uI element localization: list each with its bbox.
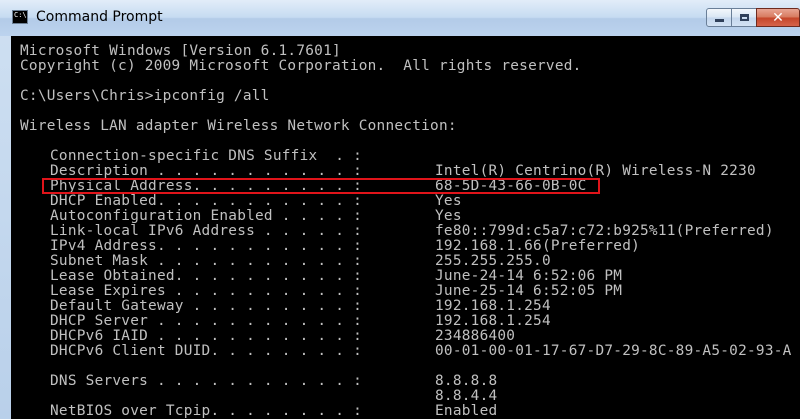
close-icon: ✕: [772, 9, 784, 26]
config-key: Physical Address. . . . . . . . . :: [50, 178, 362, 194]
config-value: 192.168.1.254: [435, 313, 551, 329]
maximize-icon: [739, 14, 749, 21]
config-key: DHCPv6 Client DUID. . . . . . . . :: [50, 343, 362, 359]
config-value: 8.8.8.8: [435, 373, 498, 389]
config-key: Lease Expires . . . . . . . . . . :: [50, 283, 362, 299]
close-button[interactable]: ✕: [756, 8, 800, 27]
config-value: Enabled: [435, 403, 498, 419]
config-value: 68-5D-43-66-0B-0C: [435, 178, 587, 194]
config-row-lease-obtained: Lease Obtained. . . . . . . . . . : June…: [50, 269, 622, 284]
config-row-dhcpv6-iaid: DHCPv6 IAID . . . . . . . . . . . : 2348…: [50, 329, 515, 344]
config-value: 8.8.4.4: [435, 388, 498, 404]
config-key: DHCP Server . . . . . . . . . . . :: [50, 313, 362, 329]
config-row-subnet-mask: Subnet Mask . . . . . . . . . . . : 255.…: [50, 254, 551, 269]
config-value: Intel(R) Centrino(R) Wireless-N 2230: [435, 163, 756, 179]
adapter-header: Wireless LAN adapter Wireless Network Co…: [20, 118, 457, 134]
config-key: Subnet Mask . . . . . . . . . . . :: [50, 253, 362, 269]
config-key: Connection-specific DNS Suffix . :: [50, 148, 362, 164]
config-value: June-25-14 6:52:05 PM: [435, 283, 623, 299]
prompt-command-line: C:\Users\Chris>ipconfig /all: [20, 88, 270, 104]
config-key: Default Gateway . . . . . . . . . :: [50, 298, 362, 314]
maximize-button[interactable]: [731, 8, 757, 27]
config-row-lease-expires: Lease Expires . . . . . . . . . . : June…: [50, 284, 622, 299]
config-row-default-gateway: Default Gateway . . . . . . . . . : 192.…: [50, 299, 551, 314]
banner-version-line: Microsoft Windows [Version 6.1.7601]: [20, 43, 341, 59]
config-row-dns-servers-secondary: 8.8.4.4: [50, 389, 497, 404]
config-key: Link-local IPv6 Address . . . . . :: [50, 223, 362, 239]
config-row-autoconfiguration: Autoconfiguration Enabled . . . . : Yes: [50, 209, 462, 224]
config-value: June-24-14 6:52:06 PM: [435, 268, 623, 284]
config-key: DHCPv6 IAID . . . . . . . . . . . :: [50, 328, 362, 344]
config-row-netbios: NetBIOS over Tcpip. . . . . . . . : Enab…: [50, 404, 497, 419]
config-value: 255.255.255.0: [435, 253, 551, 269]
config-value: fe80::799d:c5a7:c72:b925%11(Preferred): [435, 223, 774, 239]
config-row-dhcp-server: DHCP Server . . . . . . . . . . . : 192.…: [50, 314, 551, 329]
config-value: Yes: [435, 193, 462, 209]
config-value: 192.168.1.66(Preferred): [435, 238, 641, 254]
window-title: Command Prompt: [36, 9, 163, 25]
config-key: IPv4 Address. . . . . . . . . . . :: [50, 238, 362, 254]
minimize-button[interactable]: [706, 8, 732, 27]
command-prompt-window: C:\ Command Prompt ✕ Microsoft Windows […: [0, 0, 800, 419]
console-output[interactable]: Microsoft Windows [Version 6.1.7601] Cop…: [11, 36, 800, 419]
config-key: Lease Obtained. . . . . . . . . . :: [50, 268, 362, 284]
config-row-description: Description . . . . . . . . . . . : Inte…: [50, 164, 756, 179]
config-key: Autoconfiguration Enabled . . . . :: [50, 208, 362, 224]
title-bar[interactable]: C:\ Command Prompt ✕: [0, 0, 800, 36]
config-value: 192.168.1.254: [435, 298, 551, 314]
config-value: Yes: [435, 208, 462, 224]
config-row-dns-servers: DNS Servers . . . . . . . . . . . : 8.8.…: [50, 374, 497, 389]
minimize-icon: [714, 19, 724, 22]
config-row-dns-suffix: Connection-specific DNS Suffix . :: [50, 149, 362, 164]
command-prompt-icon[interactable]: C:\: [12, 10, 28, 24]
config-key: DHCP Enabled. . . . . . . . . . . :: [50, 193, 362, 209]
config-row-ipv4: IPv4 Address. . . . . . . . . . . : 192.…: [50, 239, 640, 254]
config-key: Description . . . . . . . . . . . :: [50, 163, 362, 179]
config-key: NetBIOS over Tcpip. . . . . . . . :: [50, 403, 362, 419]
app-icon-text: C:\: [14, 11, 27, 19]
config-row-dhcpv6-duid: DHCPv6 Client DUID. . . . . . . . : 00-0…: [50, 344, 791, 359]
config-value: 234886400: [435, 328, 516, 344]
config-row-ipv6: Link-local IPv6 Address . . . . . : fe80…: [50, 224, 773, 239]
config-key: DNS Servers . . . . . . . . . . . :: [50, 373, 362, 389]
config-row-physical-address: Physical Address. . . . . . . . . : 68-5…: [50, 179, 586, 194]
config-value: 00-01-00-01-17-67-D7-29-8C-89-A5-02-93-A: [435, 343, 792, 359]
banner-copyright-line: Copyright (c) 2009 Microsoft Corporation…: [20, 58, 582, 74]
config-row-dhcp-enabled: DHCP Enabled. . . . . . . . . . . : Yes: [50, 194, 462, 209]
